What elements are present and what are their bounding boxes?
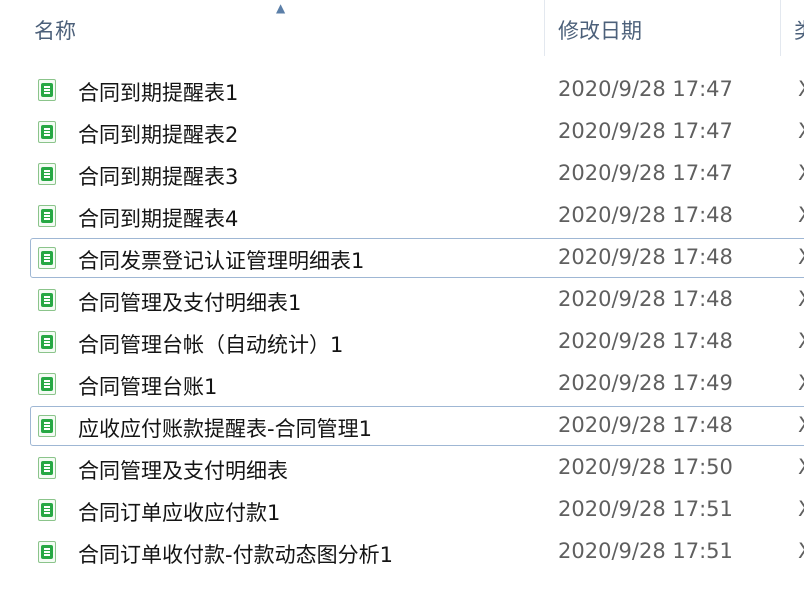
spreadsheet-file-icon <box>38 247 56 269</box>
column-header: ▲ 名称 修改日期 类 <box>0 0 804 56</box>
file-type: X <box>798 77 804 101</box>
file-row[interactable]: 合同发票登记认证管理明细表1 2020/9/28 17:48 X <box>30 238 804 278</box>
file-name: 合同到期提醒表4 <box>78 207 239 231</box>
column-name-header[interactable]: 名称 <box>34 15 76 45</box>
file-modified-date: 2020/9/28 17:48 <box>558 413 733 437</box>
file-row[interactable]: 合同到期提醒表4 2020/9/28 17:48 X <box>30 196 804 236</box>
file-row[interactable]: 合同到期提醒表3 2020/9/28 17:47 X <box>30 154 804 194</box>
file-name: 合同到期提醒表3 <box>78 165 239 189</box>
file-row[interactable]: 应收应付账款提醒表-合同管理1 2020/9/28 17:48 X <box>30 406 804 446</box>
file-type: X <box>798 329 804 353</box>
file-row[interactable]: 合同到期提醒表1 2020/9/28 17:47 X <box>30 70 804 110</box>
column-divider[interactable] <box>780 0 781 56</box>
file-name: 合同到期提醒表2 <box>78 123 239 147</box>
file-type: X <box>798 203 804 227</box>
file-type: X <box>798 161 804 185</box>
file-modified-date: 2020/9/28 17:48 <box>558 245 733 269</box>
spreadsheet-file-icon <box>38 457 56 479</box>
file-row[interactable]: 合同到期提醒表2 2020/9/28 17:47 X <box>30 112 804 152</box>
spreadsheet-file-icon <box>38 163 56 185</box>
file-modified-date: 2020/9/28 17:51 <box>558 539 733 563</box>
spreadsheet-file-icon <box>38 541 56 563</box>
file-name: 合同管理台帐（自动统计）1 <box>78 333 344 357</box>
file-modified-date: 2020/9/28 17:47 <box>558 161 733 185</box>
file-row[interactable]: 合同管理台账1 2020/9/28 17:49 X <box>30 364 804 404</box>
column-divider[interactable] <box>544 0 545 56</box>
spreadsheet-file-icon <box>38 121 56 143</box>
file-modified-date: 2020/9/28 17:48 <box>558 203 733 227</box>
file-type: X <box>798 119 804 143</box>
sort-ascending-icon: ▲ <box>276 1 286 15</box>
file-row[interactable]: 合同订单收付款-付款动态图分析1 2020/9/28 17:51 X <box>30 532 804 572</box>
file-name: 合同管理台账1 <box>78 375 218 399</box>
spreadsheet-file-icon <box>38 499 56 521</box>
file-modified-date: 2020/9/28 17:48 <box>558 287 733 311</box>
file-name: 合同管理及支付明细表1 <box>78 291 302 315</box>
file-name: 合同发票登记认证管理明细表1 <box>78 249 365 273</box>
file-row[interactable]: 合同管理及支付明细表 2020/9/28 17:50 X <box>30 448 804 488</box>
spreadsheet-file-icon <box>38 289 56 311</box>
file-type: X <box>798 287 804 311</box>
file-modified-date: 2020/9/28 17:48 <box>558 329 733 353</box>
file-name: 应收应付账款提醒表-合同管理1 <box>78 417 372 441</box>
file-modified-date: 2020/9/28 17:50 <box>558 455 733 479</box>
file-type: X <box>798 497 804 521</box>
spreadsheet-file-icon <box>38 415 56 437</box>
file-type: X <box>798 371 804 395</box>
file-modified-date: 2020/9/28 17:47 <box>558 77 733 101</box>
file-name: 合同管理及支付明细表 <box>78 459 288 483</box>
file-row[interactable]: 合同管理及支付明细表1 2020/9/28 17:48 X <box>30 280 804 320</box>
column-type-header[interactable]: 类 <box>794 15 804 45</box>
file-type: X <box>798 245 804 269</box>
spreadsheet-file-icon <box>38 205 56 227</box>
file-modified-date: 2020/9/28 17:47 <box>558 119 733 143</box>
file-row[interactable]: 合同订单应收应付款1 2020/9/28 17:51 X <box>30 490 804 530</box>
file-name: 合同订单收付款-付款动态图分析1 <box>78 543 393 567</box>
spreadsheet-file-icon <box>38 79 56 101</box>
file-type: X <box>798 539 804 563</box>
file-name: 合同订单应收应付款1 <box>78 501 281 525</box>
file-type: X <box>798 455 804 479</box>
spreadsheet-file-icon <box>38 373 56 395</box>
file-name: 合同到期提醒表1 <box>78 81 239 105</box>
file-type: X <box>798 413 804 437</box>
spreadsheet-file-icon <box>38 331 56 353</box>
file-row[interactable]: 合同管理台帐（自动统计）1 2020/9/28 17:48 X <box>30 322 804 362</box>
file-modified-date: 2020/9/28 17:51 <box>558 497 733 521</box>
file-modified-date: 2020/9/28 17:49 <box>558 371 733 395</box>
column-date-header[interactable]: 修改日期 <box>558 15 642 45</box>
